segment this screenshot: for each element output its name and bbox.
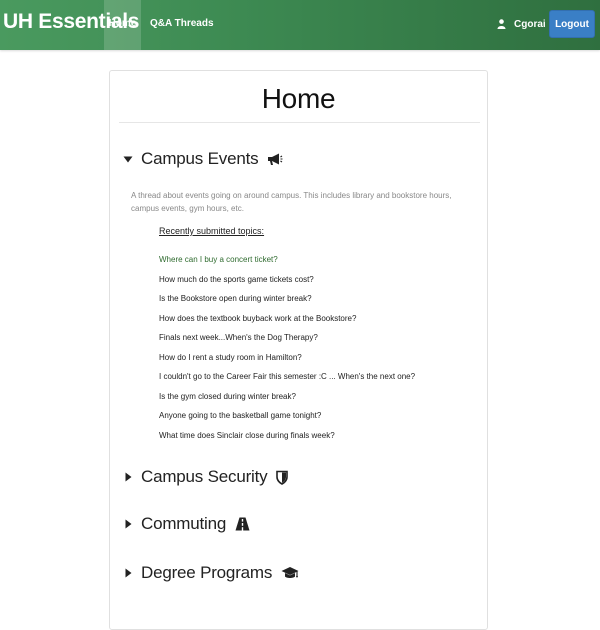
- logout-button[interactable]: Logout: [549, 10, 595, 38]
- topic-link[interactable]: How do I rent a study room in Hamilton?: [159, 352, 415, 372]
- graduation-cap-icon: [281, 566, 299, 580]
- section-label: Campus Events: [141, 149, 259, 168]
- section-campus-events[interactable]: Campus Events: [122, 148, 283, 170]
- caret-right-icon: [125, 519, 132, 529]
- shield-icon: [276, 470, 289, 485]
- topic-link[interactable]: Is the gym closed during winter break?: [159, 391, 415, 411]
- section-commuting[interactable]: Commuting: [122, 513, 250, 535]
- nav-qa-threads-link[interactable]: Q&A Threads: [150, 0, 214, 50]
- topic-link[interactable]: What time does Sinclair close during fin…: [159, 430, 415, 450]
- topic-link[interactable]: How much do the sports game tickets cost…: [159, 274, 415, 294]
- main-card: Home Campus Events A thread about events…: [109, 70, 488, 630]
- page-title: Home: [261, 83, 336, 114]
- section-label: Degree Programs: [141, 563, 273, 582]
- section-label: Commuting: [141, 514, 227, 533]
- topic-link[interactable]: How does the textbook buyback work at th…: [159, 313, 415, 333]
- topic-link[interactable]: Is the Bookstore open during winter brea…: [159, 293, 415, 313]
- title-divider: [119, 122, 480, 123]
- caret-down-icon: [123, 156, 133, 163]
- road-icon: [235, 517, 250, 531]
- user-icon: [497, 19, 506, 29]
- username: Cgorai: [514, 18, 546, 30]
- section-description: A thread about events going on around ca…: [131, 191, 452, 213]
- nav-home-link[interactable]: Home: [104, 0, 141, 50]
- caret-right-icon: [125, 472, 132, 482]
- recent-topics-heading: Recently submitted topics:: [159, 226, 265, 236]
- caret-right-icon: [125, 568, 132, 578]
- top-navbar: UH Essentials Home Q&A Threads Cgorai Lo…: [0, 0, 600, 50]
- topic-link[interactable]: Anyone going to the basketball game toni…: [159, 410, 415, 430]
- topic-link[interactable]: Finals next week...When's the Dog Therap…: [159, 332, 415, 352]
- section-campus-security[interactable]: Campus Security: [122, 466, 289, 488]
- topic-link[interactable]: Where can I buy a concert ticket?: [159, 254, 415, 274]
- user-menu[interactable]: Cgorai: [497, 17, 546, 31]
- section-label: Campus Security: [141, 467, 268, 486]
- megaphone-icon: [267, 152, 283, 166]
- topic-link[interactable]: I couldn't go to the Career Fair this se…: [159, 371, 415, 391]
- section-degree-programs[interactable]: Degree Programs: [122, 562, 299, 584]
- topic-list: Where can I buy a concert ticket? How mu…: [159, 254, 415, 449]
